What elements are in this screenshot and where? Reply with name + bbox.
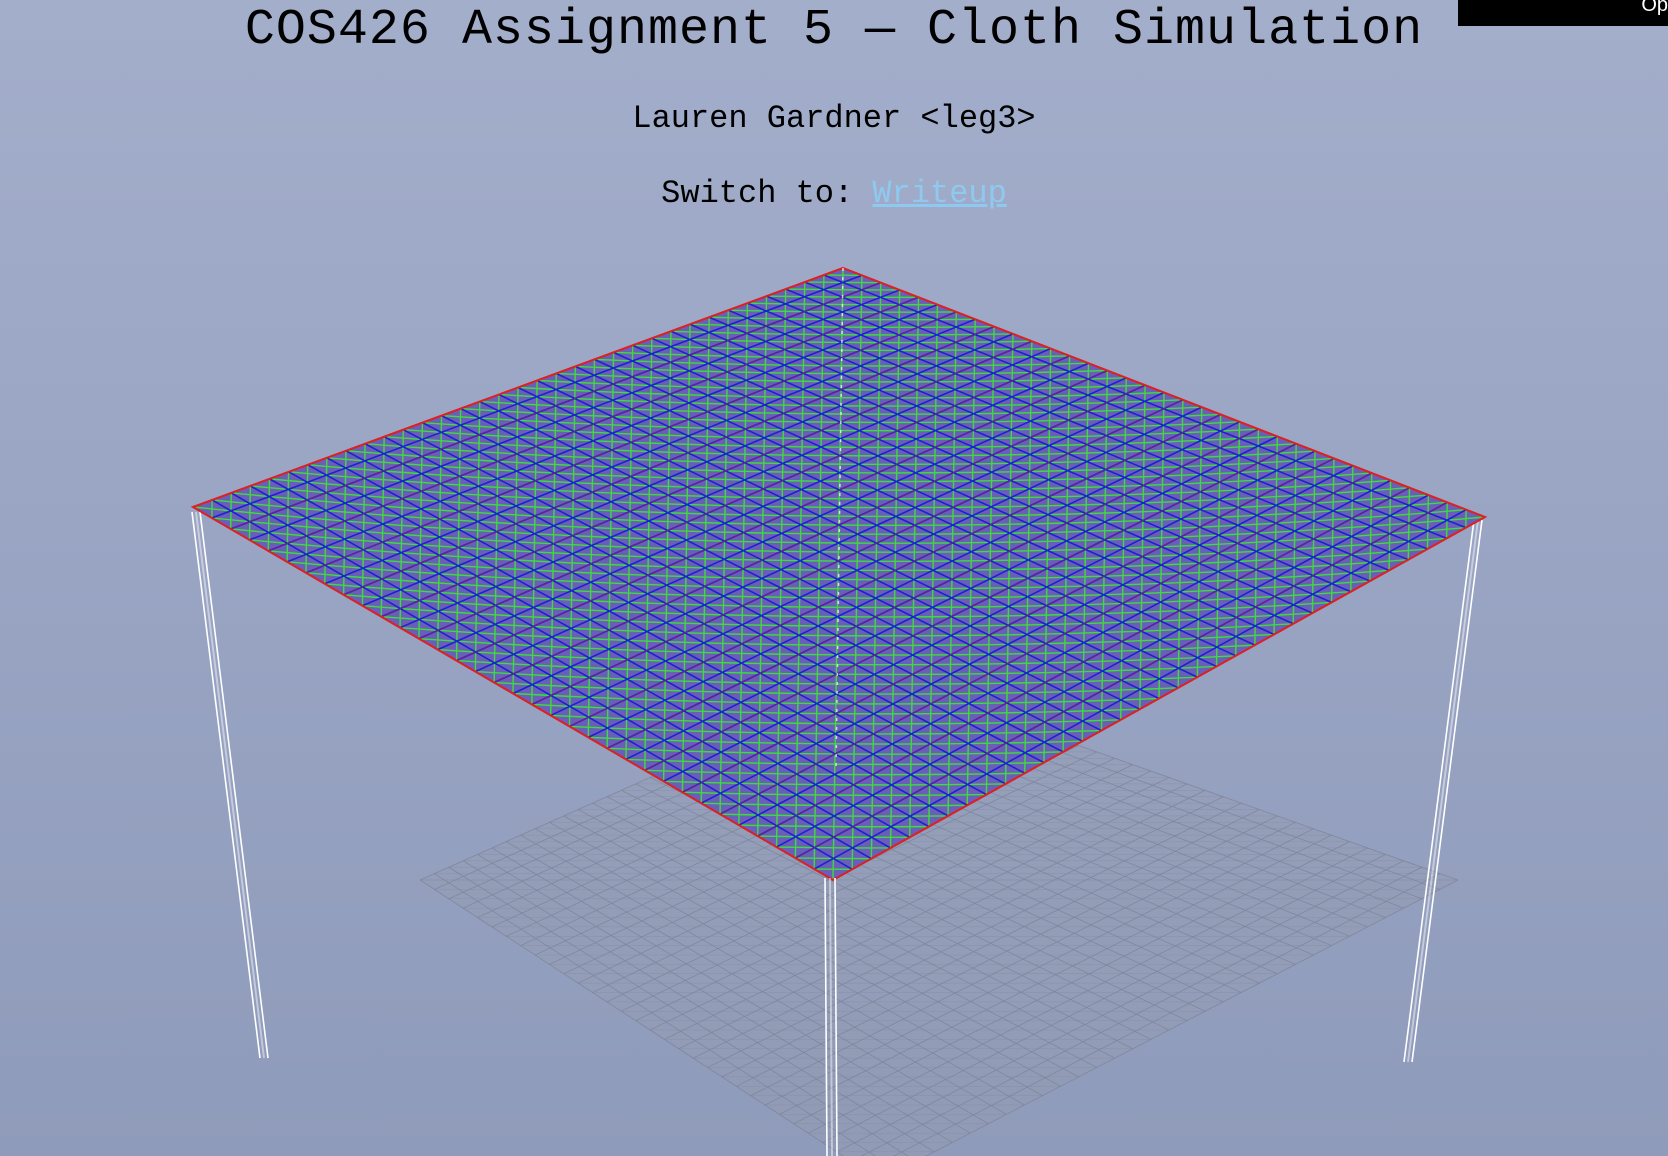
page-title: COS426 Assignment 5 — Cloth Simulation [244, 2, 1424, 59]
cloth-scene-canvas[interactable] [0, 0, 1668, 1156]
pole-right [1403, 519, 1483, 1063]
gui-toggle-label: Op [1641, 0, 1668, 16]
switch-line: Switch to: Writeup [0, 175, 1668, 212]
switch-prefix: Switch to: [661, 175, 854, 212]
author-line: Lauren Gardner <leg3> [632, 100, 1036, 137]
writeup-link[interactable]: Writeup [872, 175, 1006, 212]
cloth-mesh [190, 266, 1488, 882]
gui-controls-toggle[interactable]: Op [1458, 0, 1668, 26]
pole-left [191, 511, 269, 1059]
